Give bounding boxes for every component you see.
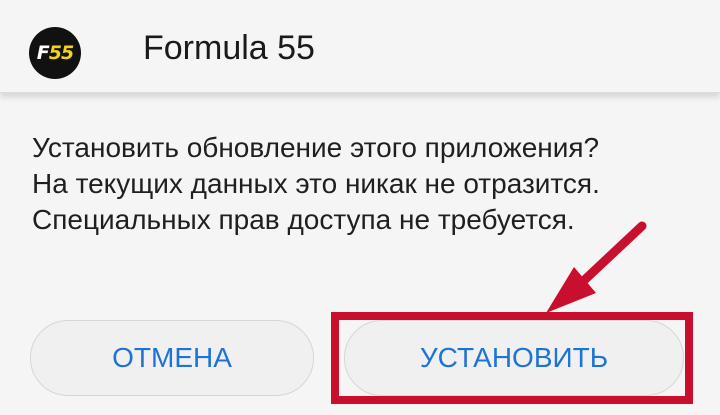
logo-letter: F xyxy=(36,42,50,64)
cancel-button[interactable]: ОТМЕНА xyxy=(30,320,314,396)
app-title: Formula 55 xyxy=(143,29,315,67)
highlight-frame xyxy=(331,312,693,404)
dialog-message: Установить обновление этого приложения? … xyxy=(32,130,692,238)
logo-number: 55 xyxy=(48,42,74,64)
message-line: Специальных прав доступа не требуется. xyxy=(32,204,575,235)
app-logo-icon: F55 xyxy=(29,27,81,79)
app-logo-text: F55 xyxy=(29,27,81,79)
dialog-header: F55 Formula 55 xyxy=(0,0,720,93)
message-line: Установить обновление этого приложения? xyxy=(32,132,600,163)
message-line: На текущих данных это никак не отразится… xyxy=(32,168,600,199)
arrow-head xyxy=(546,267,596,313)
